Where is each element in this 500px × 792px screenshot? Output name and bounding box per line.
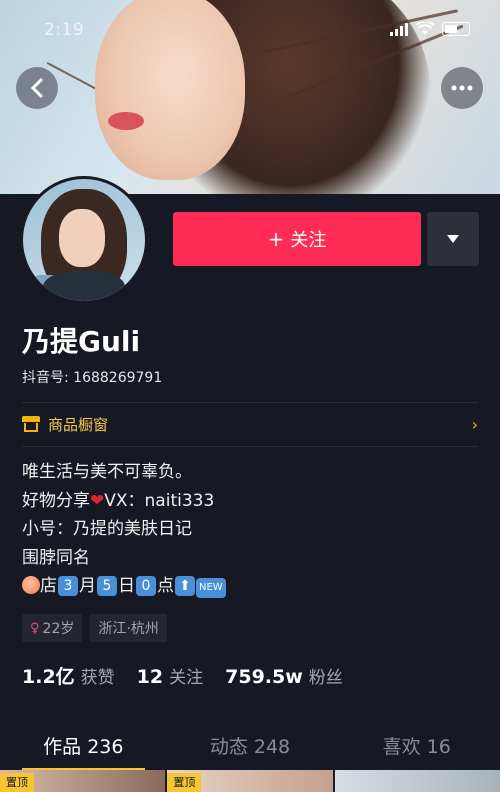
bio-text: 日: [118, 576, 135, 596]
avatar[interactable]: [20, 176, 148, 304]
cover-lips: [108, 112, 144, 130]
bio-text: VX：naiti333: [104, 490, 215, 511]
profile-bio: 唯生活与美不可辜负。 好物分享❤VX：naiti333 小号：乃提的美肤日记 围…: [22, 458, 226, 601]
video-thumbnail[interactable]: 置顶: [0, 770, 166, 792]
age-text: 22岁: [42, 621, 75, 637]
profile-tags: ♀ 22岁 浙江·杭州: [22, 614, 167, 642]
chevron-left-icon: [30, 78, 43, 98]
status-icons: [390, 22, 470, 36]
wifi-icon: [416, 22, 434, 35]
triangle-down-icon: [447, 235, 459, 243]
new-badge: NEW: [196, 578, 226, 598]
more-dots-icon: [451, 85, 473, 91]
stat-label: 粉丝: [308, 668, 343, 688]
stat-number: 759.5w: [225, 666, 303, 688]
more-button[interactable]: [441, 67, 483, 109]
bio-line: 好物分享❤VX：naiti333: [22, 487, 226, 516]
bio-line: 小号：乃提的美肤日记: [22, 519, 192, 539]
chevron-right-icon: ›: [471, 414, 478, 434]
content-tabs: 作品 236 动态 248 喜欢 16: [0, 720, 500, 770]
stat-likes[interactable]: 1.2亿 获赞: [22, 662, 115, 689]
bio-text: 月: [79, 576, 96, 596]
tab-moments[interactable]: 动态 248: [167, 720, 334, 770]
status-time: 2:19: [44, 20, 85, 40]
bio-text: 点: [157, 576, 174, 596]
tab-likes[interactable]: 喜欢 16: [333, 720, 500, 770]
back-button[interactable]: [16, 67, 58, 109]
heart-icon: ❤: [90, 490, 105, 511]
battery-icon: [442, 22, 470, 36]
douyin-id: 抖音号: 1688269791: [22, 370, 163, 386]
avatar-image: [23, 179, 145, 301]
shop-icon: [22, 416, 40, 432]
stat-following[interactable]: 12 关注: [137, 663, 203, 688]
number-badge: 5: [97, 576, 117, 596]
bio-text: 好物分享: [22, 490, 90, 511]
stat-label: 获赞: [80, 668, 115, 688]
stat-followers[interactable]: 759.5w 粉丝: [225, 663, 343, 688]
pinned-badge: 置顶: [0, 773, 34, 792]
tab-works[interactable]: 作品 236: [0, 720, 167, 770]
bio-line: 店 3 月 5 日 0 点 ⬆ NEW: [22, 572, 226, 601]
profile-stats: 1.2亿 获赞 12 关注 759.5w 粉丝: [22, 662, 343, 689]
stat-number: 12: [136, 666, 164, 688]
video-grid: 置顶 置顶: [0, 770, 500, 792]
follow-label: 关注: [290, 230, 327, 251]
video-thumbnail[interactable]: [334, 770, 500, 792]
divider: [22, 402, 478, 403]
stat-label: 关注: [169, 668, 204, 688]
age-tag: ♀ 22岁: [22, 614, 83, 642]
pinned-badge: 置顶: [167, 773, 202, 792]
plus-icon: +: [267, 227, 285, 251]
shop-window-row[interactable]: 商品橱窗 ›: [22, 404, 478, 444]
bio-line: 围脖同名: [22, 547, 90, 568]
number-badge: 3: [58, 576, 78, 596]
signal-icon: [390, 23, 408, 36]
bio-line: 唯生活与美不可辜负。: [22, 462, 192, 482]
gender-icon: ♀: [30, 620, 40, 636]
recommend-dropdown-button[interactable]: [427, 212, 479, 266]
location-tag: 浙江·杭州: [90, 614, 167, 642]
stat-number: 1.2亿: [22, 666, 75, 688]
follow-button[interactable]: + 关注: [173, 212, 421, 266]
video-thumbnail[interactable]: 置顶: [167, 770, 333, 792]
up-arrow-icon: ⬆: [175, 576, 195, 596]
peach-icon: [22, 576, 40, 594]
location-text: 浙江·杭州: [98, 621, 159, 637]
bio-text: 店: [40, 576, 57, 596]
number-badge: 0: [136, 576, 156, 596]
profile-name: 乃提Guli: [22, 325, 141, 358]
cover-face: [95, 0, 245, 180]
shop-label: 商品橱窗: [48, 415, 109, 434]
divider: [22, 446, 478, 447]
